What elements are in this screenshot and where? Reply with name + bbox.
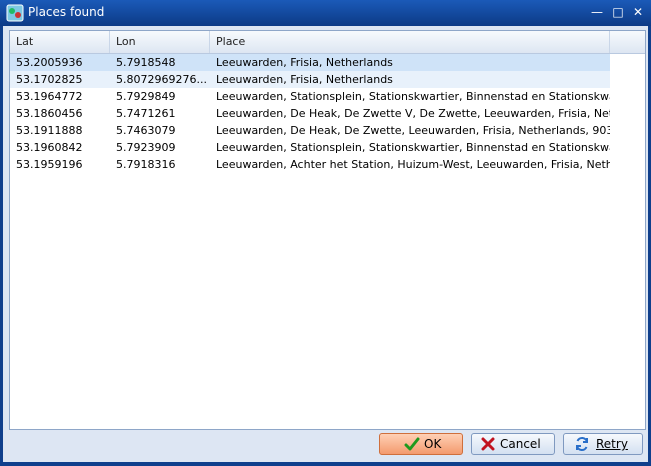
app-icon (6, 4, 24, 22)
cell-lat: 53.1860456 (16, 107, 83, 120)
cell-place: Leeuwarden, Stationsplein, Stationskwart… (216, 141, 610, 154)
column-header-filler (610, 31, 645, 53)
table-header: Lat Lon Place (10, 31, 645, 54)
ok-label: OK (424, 437, 442, 451)
cell-lon: 5.7923909 (116, 141, 176, 154)
checkmark-icon (404, 437, 420, 451)
column-header-place[interactable]: Place (210, 31, 610, 53)
cell-lat: 53.1959196 (16, 158, 83, 171)
button-bar: OK Cancel Retry (9, 430, 644, 458)
minimize-icon[interactable]: — (589, 4, 605, 20)
cell-lon: 5.8072969276... (116, 73, 207, 86)
cell-place: Leeuwarden, Frisia, Netherlands (216, 56, 393, 69)
cell-lat: 53.1964772 (16, 90, 83, 103)
cell-lat: 53.1960842 (16, 141, 83, 154)
cell-place: Leeuwarden, Stationsplein, Stationskwart… (216, 90, 610, 103)
table-row[interactable]: 53.1911888 5.7463079 Leeuwarden, De Heak… (10, 122, 610, 139)
table-row[interactable]: 53.1860456 5.7471261 Leeuwarden, De Heak… (10, 105, 610, 122)
maximize-icon[interactable]: □ (610, 4, 626, 20)
cancel-button[interactable]: Cancel (471, 433, 555, 455)
column-header-lat[interactable]: Lat (10, 31, 110, 53)
cell-lat: 53.2005936 (16, 56, 83, 69)
cell-lon: 5.7929849 (116, 90, 176, 103)
close-icon[interactable]: ✕ (630, 4, 646, 20)
cell-lat: 53.1911888 (16, 124, 83, 137)
column-header-lon[interactable]: Lon (110, 31, 210, 53)
table-row[interactable]: 53.1702825 5.8072969276... Leeuwarden, F… (10, 71, 610, 88)
table-row[interactable]: 53.1960842 5.7923909 Leeuwarden, Station… (10, 139, 610, 156)
window-title: Places found (28, 5, 105, 19)
cell-lon: 5.7918548 (116, 56, 176, 69)
cell-place: Leeuwarden, De Heak, De Zwette, Leeuward… (216, 124, 610, 137)
table-row[interactable]: 53.2005936 5.7918548 Leeuwarden, Frisia,… (10, 54, 610, 71)
cell-place: Leeuwarden, Frisia, Netherlands (216, 73, 393, 86)
dialog-client: Lat Lon Place 53.2005936 5.7918548 Leeuw… (3, 26, 648, 462)
cancel-label: Cancel (500, 437, 541, 451)
retry-button[interactable]: Retry (563, 433, 643, 455)
cell-lon: 5.7471261 (116, 107, 176, 120)
title-bar[interactable]: Places found — □ ✕ (0, 0, 651, 26)
cell-place: Leeuwarden, Achter het Station, Huizum-W… (216, 158, 610, 171)
table-row[interactable]: 53.1964772 5.7929849 Leeuwarden, Station… (10, 88, 610, 105)
cancel-x-icon (481, 437, 495, 451)
cell-lat: 53.1702825 (16, 73, 83, 86)
refresh-icon (576, 436, 588, 452)
retry-label: Retry (596, 437, 628, 451)
cell-lon: 5.7463079 (116, 124, 176, 137)
cell-place: Leeuwarden, De Heak, De Zwette V, De Zwe… (216, 107, 610, 120)
table-row[interactable]: 53.1959196 5.7918316 Leeuwarden, Achter … (10, 156, 610, 173)
cell-lon: 5.7918316 (116, 158, 176, 171)
places-table[interactable]: Lat Lon Place 53.2005936 5.7918548 Leeuw… (9, 30, 646, 430)
ok-button[interactable]: OK (379, 433, 463, 455)
places-found-window: Places found — □ ✕ Lat Lon Place 53.2005… (0, 0, 651, 466)
